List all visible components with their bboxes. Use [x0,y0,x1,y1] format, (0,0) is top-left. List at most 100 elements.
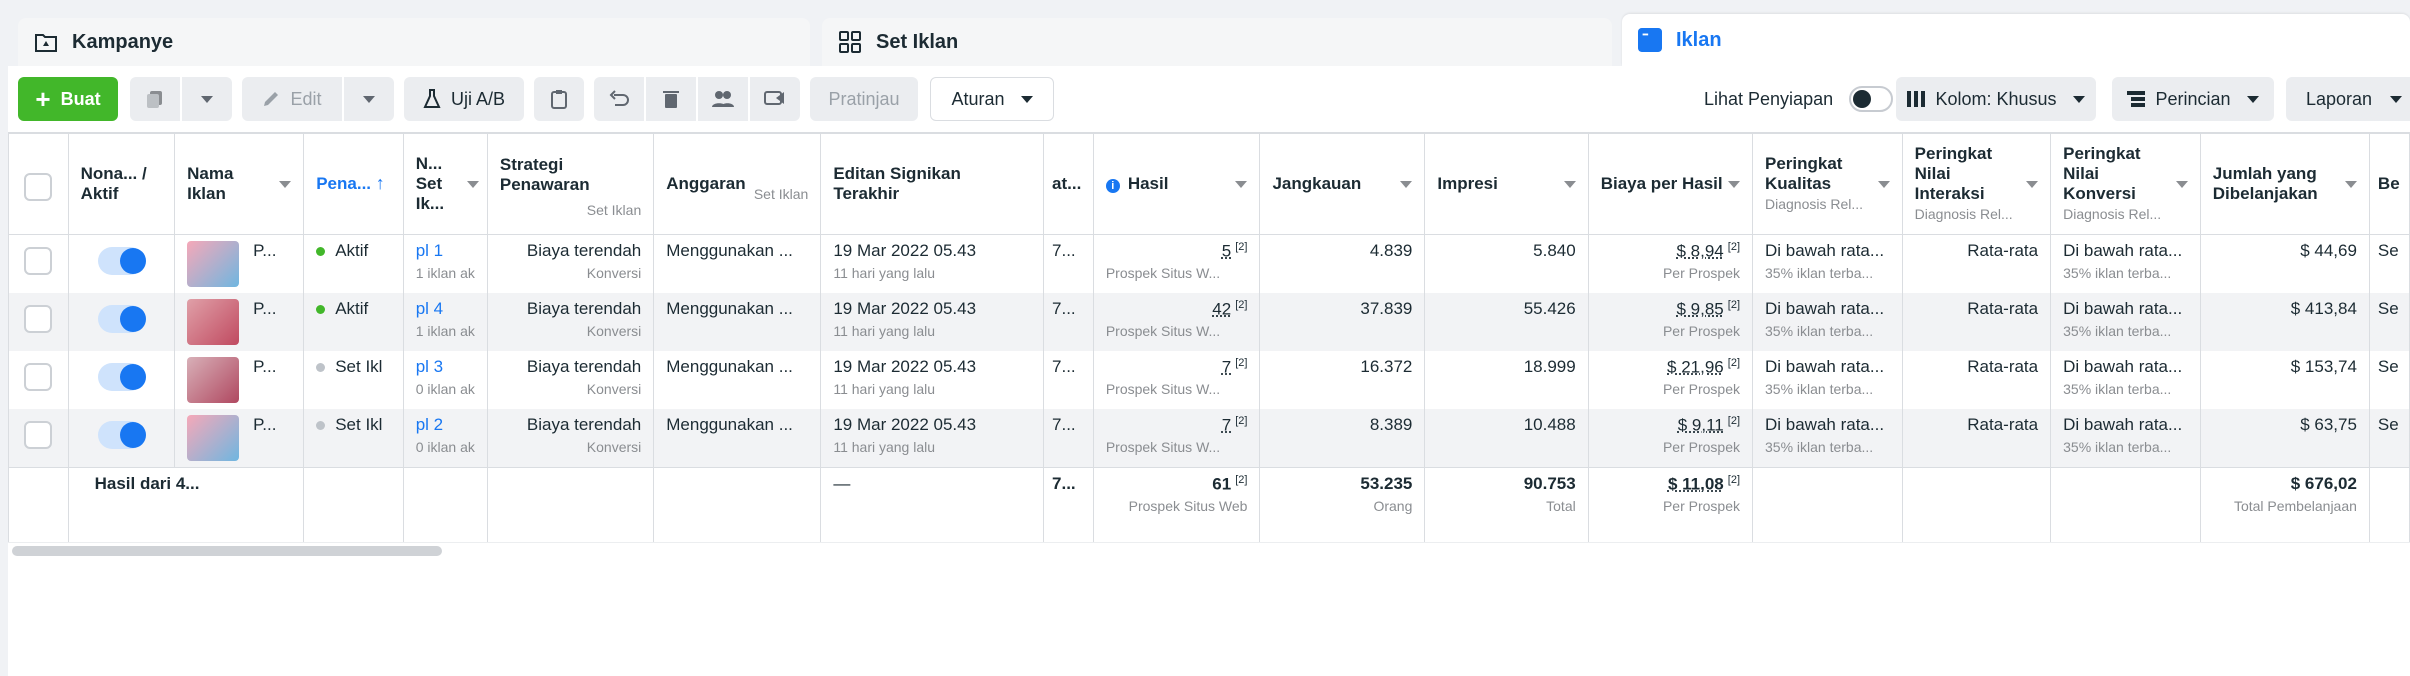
adset-link[interactable]: pl 3 [416,357,443,376]
col-reach[interactable]: Jangkauan [1259,132,1426,235]
col-quality-ranking[interactable]: Peringkat Kualitas Diagnosis Rel... [1752,132,1903,235]
bid-strategy-sub: Konversi [586,380,642,397]
tab-campaigns[interactable]: Kampanye [18,18,810,66]
adset-link[interactable]: pl 4 [416,299,443,318]
row-select-cell[interactable] [8,408,69,467]
result-value: 5 [1221,241,1232,261]
col-last-edit[interactable]: Editan Signikan Terakhir [820,132,1045,235]
row-checkbox[interactable] [24,304,53,333]
cost-per-result-cell: $ 9,85 [2] Per Prospek [1587,292,1754,351]
ad-on-off-toggle[interactable] [98,304,147,333]
ad-name[interactable]: P... [253,415,276,434]
create-button[interactable]: + Buat [18,77,118,121]
ad-name-cell[interactable]: P... [174,234,305,293]
row-toggle-cell[interactable] [67,292,176,351]
columns-button[interactable]: Kolom: Khusus [1896,77,2096,121]
view-setup-toggle[interactable]: Lihat Penyiapan [1704,77,1894,121]
ad-on-off-toggle[interactable] [98,420,147,449]
adset-name-cell[interactable]: pl 3 0 iklan ak [402,350,488,409]
ad-on-off-toggle[interactable] [98,246,147,275]
tab-ads[interactable]: Iklan [1622,14,2410,66]
adset-link[interactable]: pl 2 [416,415,443,434]
select-all-checkbox[interactable] [24,172,53,201]
ad-thumbnail [187,356,240,403]
col-ad-name[interactable]: Nama Iklan [174,132,305,235]
duplicate-button[interactable] [130,77,180,121]
col-attribution[interactable]: at... [1043,132,1094,235]
ad-name[interactable]: P... [253,241,276,260]
flask-icon [423,89,441,108]
col-delivery[interactable]: Pena... ↑ [303,132,404,235]
ad-name[interactable]: P... [253,299,276,318]
edit-button[interactable]: Edit [242,77,342,121]
ad-on-off-toggle[interactable] [98,362,147,391]
budget-value: Menggunakan ... [666,240,793,260]
row-select-cell[interactable] [8,350,69,409]
status-dot [316,246,326,256]
horizontal-scrollbar[interactable] [12,546,442,556]
row-select-cell[interactable] [8,292,69,351]
col-results[interactable]: i Hasil [1092,132,1261,235]
ad-name[interactable]: P... [253,357,276,376]
conversion-ranking-cell: Di bawah rata... 35% iklan terba... [2050,292,2201,351]
ad-name-cell[interactable]: P... [174,292,305,351]
table-row[interactable]: P... Aktif pl 1 1 iklan ak Biaya terendah… [8,234,2410,293]
adset-name-cell[interactable]: pl 1 1 iklan ak [402,234,488,293]
undo-button[interactable] [594,77,644,121]
bid-strategy-cell: Biaya terendah Konversi [486,292,655,351]
audience-button[interactable] [698,77,748,121]
col-reach-label: Jangkauan [1272,173,1362,193]
adset-link[interactable]: pl 1 [416,241,443,260]
table-row[interactable]: P... Set Ikl pl 3 0 iklan ak Biaya terend… [8,350,2410,409]
totals-results-cell: 61 [2] Prospek Situs Web [1092,466,1261,546]
quality-ranking-sub: 35% iklan terba... [1765,438,1874,455]
col-impressions[interactable]: Impresi [1424,132,1589,235]
col-adset-name[interactable]: N... Set Ik... [402,132,488,235]
breakdown-button[interactable]: Perincian [2112,77,2274,121]
delivery-cell: Aktif [303,234,404,293]
row-toggle-cell[interactable] [67,408,176,467]
row-checkbox[interactable] [24,246,53,275]
duplicate-dropdown[interactable] [182,77,232,121]
totals-impressions-cell: 90.753 Total [1424,466,1589,546]
engagement-ranking: Rata-rata [1967,356,2039,376]
col-on-off[interactable]: Nona... / Aktif [67,132,176,235]
row-checkbox[interactable] [24,362,53,391]
row-toggle-cell[interactable] [67,350,176,409]
ab-test-button[interactable]: Uji A/B [404,77,524,121]
table-row[interactable]: P... Set Ikl pl 2 0 iklan ak Biaya terend… [8,408,2410,467]
adset-name-cell[interactable]: pl 2 0 iklan ak [402,408,488,467]
ad-name-cell[interactable]: P... [174,408,305,467]
col-cost-per-result[interactable]: Biaya per Hasil [1587,132,1754,235]
preview-button[interactable]: Pratinjau [810,77,918,121]
col-next-label: Be [2377,173,2400,193]
budget-value: Menggunakan ... [666,298,793,318]
adset-name-cell[interactable]: pl 4 1 iklan ak [402,292,488,351]
select-all-header[interactable] [8,132,69,235]
chevron-down-icon [1563,180,1576,188]
footnote-mark: [2] [1727,356,1740,369]
table-row[interactable]: P... Aktif pl 4 1 iklan ak Biaya terendah… [8,292,2410,351]
col-engagement-ranking[interactable]: Peringkat Nilai Interaksi Diagnosis Rel..… [1901,132,2052,235]
col-bid-strategy[interactable]: Strategi Penawaran Set Iklan [486,132,655,235]
col-next[interactable]: Be [2368,132,2410,235]
engagement-ranking-cell: Rata-rata [1901,408,2052,467]
row-checkbox[interactable] [24,420,53,449]
row-toggle-cell[interactable] [67,234,176,293]
share-button[interactable] [750,77,800,121]
tab-adsets[interactable]: Set Iklan [822,18,1612,66]
delete-button[interactable] [646,77,696,121]
rules-button[interactable]: Aturan [930,77,1054,121]
ad-name-cell[interactable]: P... [174,350,305,409]
col-amount-spent[interactable]: Jumlah yang Dibelanjakan [2199,132,2370,235]
totals-cpr-sub: Per Prospek [1662,498,1740,515]
edit-dropdown[interactable] [344,77,394,121]
row-select-cell[interactable] [8,234,69,293]
view-setup-switch[interactable] [1849,86,1894,112]
trash-icon [663,91,679,108]
clipboard-button[interactable] [534,77,584,121]
col-budget[interactable]: Anggaran Set Iklan [653,132,822,235]
col-conversion-ranking[interactable]: Peringkat Nilai Konversi Diagnosis Rel... [2050,132,2201,235]
reports-button[interactable]: Laporan [2286,77,2410,121]
chevron-down-icon [201,95,213,103]
